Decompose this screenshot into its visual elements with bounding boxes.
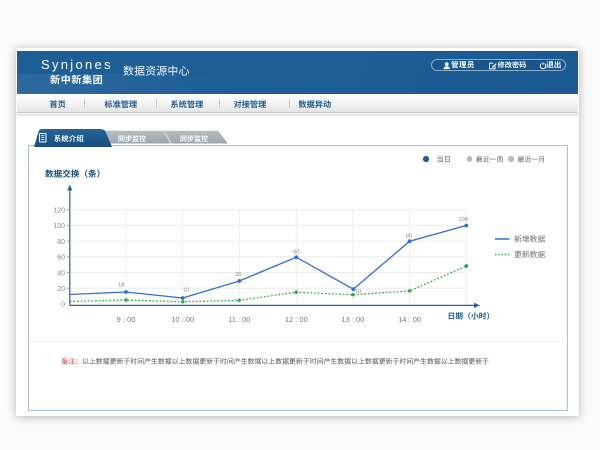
svg-text:100: 100 (53, 223, 65, 230)
svg-text:10: 10 (183, 287, 189, 293)
svg-text:120: 120 (53, 207, 65, 214)
svg-text:0: 0 (61, 301, 65, 308)
svg-text:11 : 00: 11 : 00 (228, 315, 250, 324)
svg-text:60: 60 (57, 254, 65, 261)
svg-text:13 : 00: 13 : 00 (341, 315, 364, 324)
svg-text:100: 100 (458, 217, 468, 223)
svg-text:9 : 00: 9 : 00 (117, 315, 136, 324)
svg-text:60: 60 (293, 249, 299, 255)
svg-text:40: 40 (57, 270, 65, 277)
svg-text:12 : 00: 12 : 00 (285, 315, 308, 324)
svg-text:35: 35 (235, 272, 241, 278)
svg-text:20: 20 (57, 286, 65, 293)
svg-text:80: 80 (57, 238, 65, 245)
svg-text:14 : 00: 14 : 00 (398, 315, 421, 324)
svg-text:80: 80 (406, 233, 412, 239)
svg-text:18: 18 (118, 282, 124, 288)
svg-text:10: 10 (355, 289, 361, 295)
svg-text:10 : 00: 10 : 00 (171, 315, 194, 324)
